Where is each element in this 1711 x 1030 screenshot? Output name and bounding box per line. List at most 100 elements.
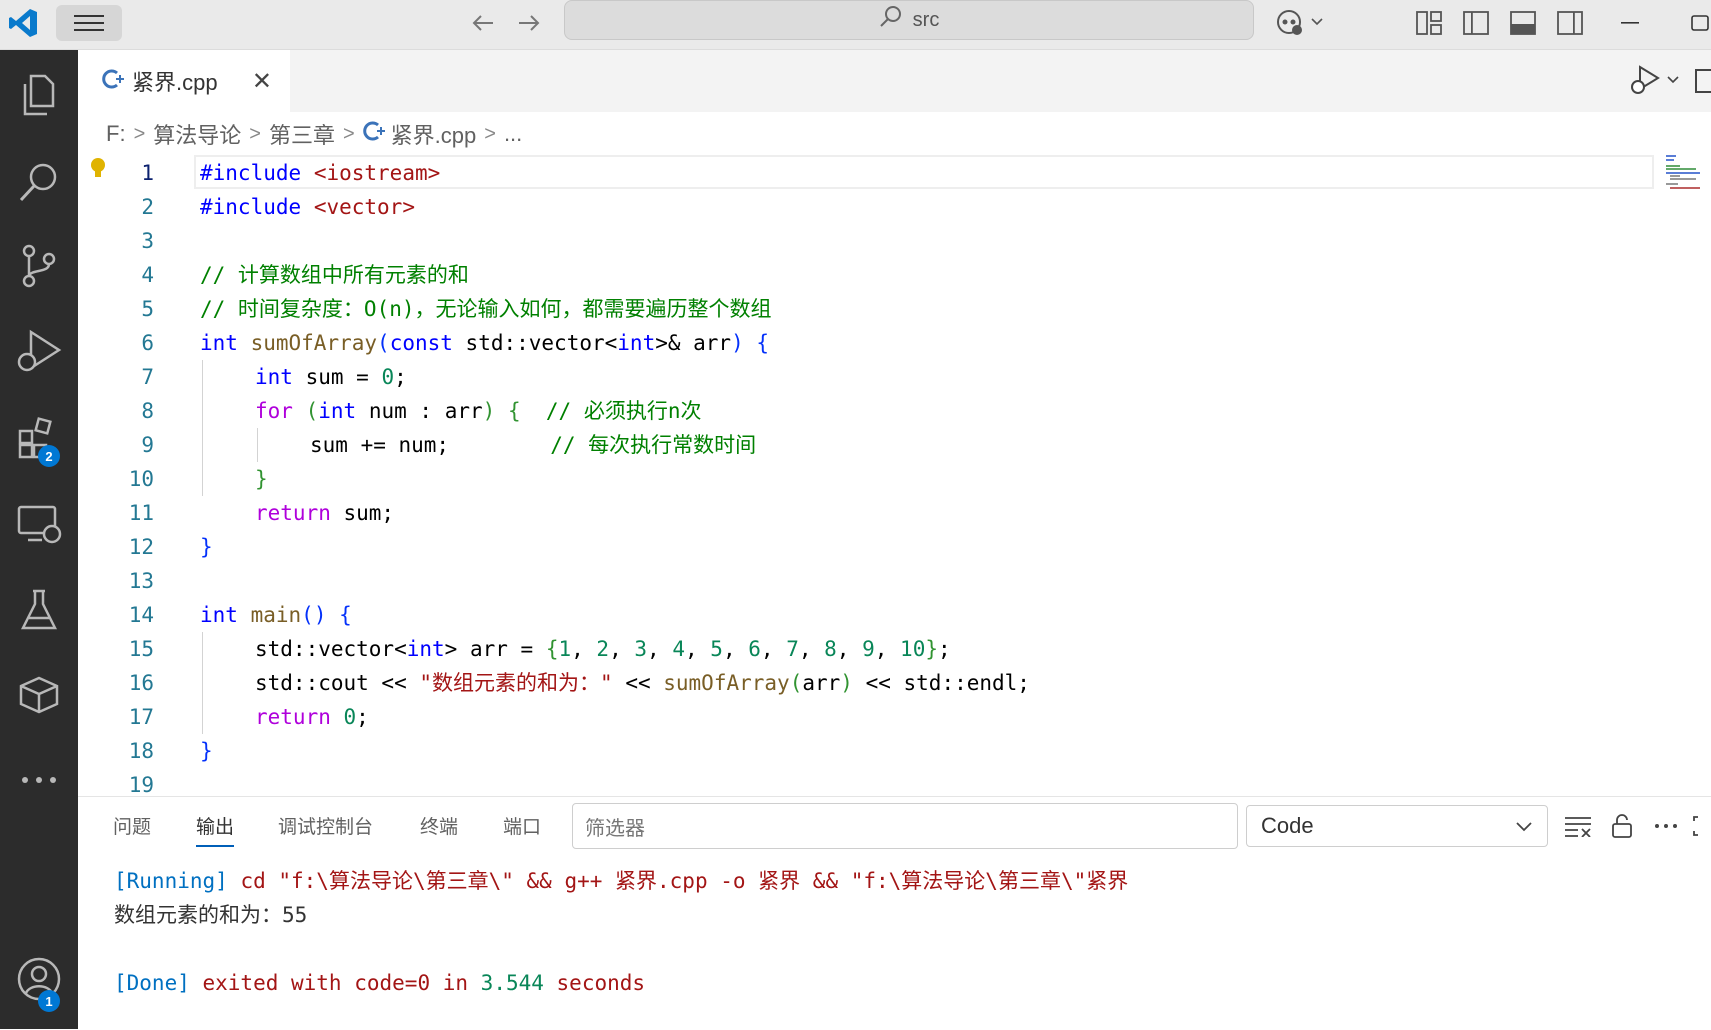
tab-ports[interactable]: 端口	[503, 812, 541, 839]
code-line[interactable]: sum += num; // 每次执行常数时间	[310, 428, 756, 462]
minimap[interactable]	[1654, 152, 1711, 192]
indent-guide	[202, 632, 203, 734]
line-number: 2	[141, 195, 154, 219]
tab-output[interactable]: 输出	[196, 812, 235, 847]
close-icon[interactable]: ✕	[252, 67, 272, 96]
more-icon[interactable]	[0, 745, 78, 815]
array-literal-number: 9	[862, 637, 875, 661]
line-number: 16	[128, 671, 154, 695]
maximize-panel-icon[interactable]	[1692, 810, 1711, 842]
editor-tab-active[interactable]: 紧界.cpp ✕	[78, 50, 290, 112]
testing-flask-icon[interactable]	[0, 575, 78, 645]
comma-separator: ,	[760, 637, 787, 661]
code-line[interactable]: return sum;	[255, 496, 394, 530]
indent-guide	[257, 428, 258, 462]
search-icon[interactable]	[0, 147, 78, 217]
extensions-icon[interactable]: 2	[0, 403, 78, 473]
output-line-result: 数组元素的和为：55	[114, 903, 308, 927]
comma-separator: ,	[798, 637, 825, 661]
filter-input[interactable]: 筛选器	[572, 803, 1238, 849]
breadcrumb-subfolder[interactable]: 第三章	[269, 118, 335, 150]
lock-scroll-icon[interactable]	[1606, 810, 1638, 842]
line-number: 3	[141, 229, 154, 253]
customize-layout-icon[interactable]	[1412, 6, 1446, 40]
code-line[interactable]: int sum = 0;	[255, 360, 407, 394]
array-literal-number: 3	[634, 637, 648, 661]
code-comment[interactable]: // 计算数组中所有元素的和	[200, 258, 469, 292]
tab-terminal[interactable]: 终端	[420, 812, 458, 839]
breadcrumb-file[interactable]: 紧界.cpp	[391, 118, 477, 150]
maximize-icon[interactable]	[1686, 6, 1711, 40]
line-number: 12	[128, 535, 154, 559]
accounts-icon[interactable]: 1	[0, 944, 78, 1014]
tab-debug-console[interactable]: 调试控制台	[278, 812, 373, 839]
comma-separator: ,	[722, 637, 749, 661]
minimize-icon[interactable]	[1610, 6, 1650, 40]
split-editor-icon[interactable]	[1694, 66, 1711, 96]
forward-arrow-icon[interactable]	[512, 6, 546, 40]
code-comment[interactable]: // 时间复杂度：O(n)，无论输入如何，都需要遍历整个数组	[200, 292, 772, 326]
run-and-debug-icon[interactable]	[0, 316, 78, 386]
line-number: 11	[128, 501, 154, 525]
remote-explorer-icon[interactable]	[0, 490, 78, 560]
array-literal-number: 4	[672, 637, 685, 661]
source-control-icon[interactable]	[0, 231, 78, 301]
comma-separator: ,	[571, 637, 597, 661]
output-channel-select[interactable]: Code	[1246, 805, 1548, 847]
package-icon[interactable]	[0, 660, 78, 730]
search-text: src	[912, 8, 940, 31]
code-line[interactable]: std::cout << "数组元素的和为：" << sumOfArray(ar…	[255, 666, 1030, 700]
array-literal-number: 8	[824, 637, 837, 661]
toggle-panel-icon[interactable]	[1506, 6, 1540, 40]
code-line[interactable]: #include <iostream>	[200, 156, 440, 190]
code-line[interactable]: #include <vector>	[200, 190, 415, 224]
array-literal-number: 5	[710, 637, 723, 661]
toggle-secondary-sidebar-icon[interactable]	[1553, 6, 1587, 40]
tab-label: 紧界.cpp	[132, 70, 218, 95]
breadcrumb: F: > 算法导论 > 第三章 > 紧界.cpp > ...	[106, 112, 522, 156]
code-line[interactable]: int sumOfArray(const std::vector<int>& a…	[200, 326, 769, 360]
run-debug-button[interactable]	[1626, 62, 1686, 98]
back-arrow-icon[interactable]	[466, 6, 500, 40]
breadcrumb-symbol[interactable]: ...	[504, 121, 522, 147]
code-line[interactable]: }	[255, 462, 268, 496]
array-literal-values: 1, 2, 3, 4, 5, 6, 7, 8, 9, 10	[558, 637, 925, 661]
line-number: 4	[141, 263, 154, 287]
comma-separator: ,	[647, 637, 673, 661]
code-line[interactable]: std::vector<int> arr = {1, 2, 3, 4, 5, 6…	[255, 632, 951, 666]
breadcrumb-drive[interactable]: F:	[106, 121, 126, 147]
editor-tab-bar	[78, 50, 1711, 112]
line-number: 10	[128, 467, 154, 491]
toggle-primary-sidebar-icon[interactable]	[1459, 6, 1493, 40]
array-literal-number: 1	[558, 637, 572, 661]
clear-output-icon[interactable]	[1562, 810, 1594, 842]
output-line-done: [Done] exited with code=0 in 3.544 secon…	[114, 971, 646, 995]
vscode-logo-icon	[6, 6, 40, 40]
array-literal-number: 7	[786, 637, 799, 661]
output-channel-value: Code	[1261, 813, 1314, 838]
code-line[interactable]: for (int num : arr) { // 必须执行n次	[255, 394, 701, 428]
code-line[interactable]: return 0;	[255, 700, 369, 734]
tab-problems[interactable]: 问题	[113, 812, 151, 839]
line-number: 1	[141, 161, 154, 185]
line-number: 8	[141, 399, 154, 423]
command-center-search[interactable]: src	[564, 0, 1254, 40]
code-line[interactable]: }	[200, 530, 213, 564]
chevron-right-icon: >	[133, 122, 146, 145]
code-line[interactable]: int main() {	[200, 598, 352, 632]
breadcrumb-folder[interactable]: 算法导论	[153, 118, 241, 150]
copilot-icon[interactable]	[1272, 4, 1332, 40]
explorer-icon[interactable]	[0, 61, 78, 131]
chevron-down-icon	[1515, 813, 1533, 839]
code-line[interactable]: }	[200, 734, 213, 768]
line-number: 15	[128, 637, 154, 661]
accounts-badge: 1	[38, 990, 60, 1012]
more-actions-icon[interactable]	[1650, 810, 1682, 842]
line-number: 9	[141, 433, 154, 457]
chevron-right-icon: >	[484, 122, 496, 145]
comma-separator: ,	[684, 637, 711, 661]
chevron-right-icon: >	[249, 122, 261, 145]
menu-icon[interactable]	[56, 5, 122, 41]
search-icon	[879, 5, 903, 35]
line-number: 19	[128, 773, 154, 796]
